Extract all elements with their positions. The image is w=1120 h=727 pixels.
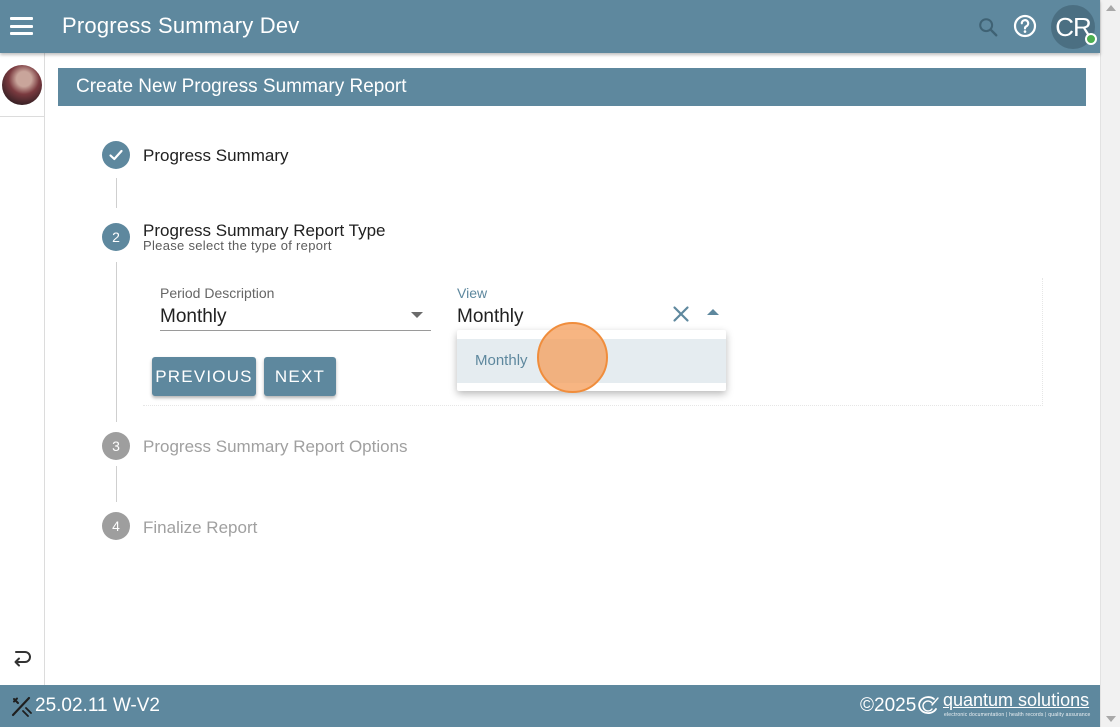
copyright-text: ©2025	[860, 695, 917, 716]
clear-selection-icon[interactable]	[671, 304, 691, 324]
period-description-label: Period Description	[160, 285, 275, 301]
page-title: Create New Progress Summary Report	[76, 76, 407, 97]
period-description-select[interactable]: Monthly	[160, 306, 227, 328]
brand-name: quantum solutions	[943, 690, 1090, 710]
hamburger-menu-icon[interactable]	[10, 17, 33, 35]
dropdown-option-monthly[interactable]: Monthly	[457, 339, 726, 383]
app-title: Progress Summary Dev	[62, 13, 300, 38]
step-3-number: 3	[112, 438, 120, 454]
app-header: Progress Summary Dev CR	[0, 0, 1100, 53]
step-1-title[interactable]: Progress Summary	[143, 146, 288, 166]
step-4-title[interactable]: Finalize Report	[143, 518, 257, 538]
step-2-number: 2	[112, 229, 120, 245]
period-description-underline	[160, 330, 431, 331]
version-text: 25.02.11 W-V2	[35, 695, 160, 716]
return-arrow-icon[interactable]	[10, 647, 34, 671]
step-3-indicator[interactable]: 3	[102, 432, 130, 460]
page-scrollbar[interactable]	[1100, 0, 1120, 727]
step-connector	[116, 466, 117, 502]
search-icon[interactable]	[977, 16, 999, 38]
view-label: View	[457, 285, 488, 301]
help-circle-icon[interactable]	[1013, 14, 1037, 38]
step-4-number: 4	[112, 518, 120, 534]
period-description-caret-down-icon[interactable]	[411, 312, 423, 318]
step-connector	[116, 178, 117, 208]
quantum-solutions-logo-icon	[918, 696, 939, 714]
step-2-subtitle: Please select the type of report	[143, 238, 332, 253]
view-caret-up-icon[interactable]	[707, 309, 719, 315]
step-1-completed-indicator[interactable]	[102, 141, 130, 169]
sidebar-divider	[0, 116, 44, 117]
left-sidebar	[0, 53, 45, 685]
step-2-indicator[interactable]: 2	[102, 223, 130, 251]
step-connector	[116, 262, 117, 422]
step-4-indicator[interactable]: 4	[102, 512, 130, 540]
scroll-up-arrow-icon[interactable]	[1106, 5, 1116, 11]
view-select[interactable]: Monthly	[457, 306, 524, 328]
view-dropdown-menu: Monthly	[457, 330, 726, 391]
user-avatar[interactable]: CR	[1051, 5, 1097, 49]
page-title-bar: Create New Progress Summary Report	[58, 68, 1086, 106]
brand-tagline: electronic documentation | health record…	[944, 712, 1091, 718]
version-wrench-icon	[11, 696, 32, 717]
step-3-title[interactable]: Progress Summary Report Options	[143, 437, 408, 457]
previous-button[interactable]: PREVIOUS	[152, 357, 256, 396]
scroll-down-arrow-icon[interactable]	[1106, 716, 1116, 722]
online-status-dot	[1085, 33, 1097, 45]
app-footer: 25.02.11 W-V2 ©2025 quantum solutions el…	[0, 685, 1100, 727]
next-button[interactable]: NEXT	[264, 357, 336, 396]
user-profile-photo[interactable]	[2, 65, 42, 105]
check-icon	[109, 149, 123, 161]
